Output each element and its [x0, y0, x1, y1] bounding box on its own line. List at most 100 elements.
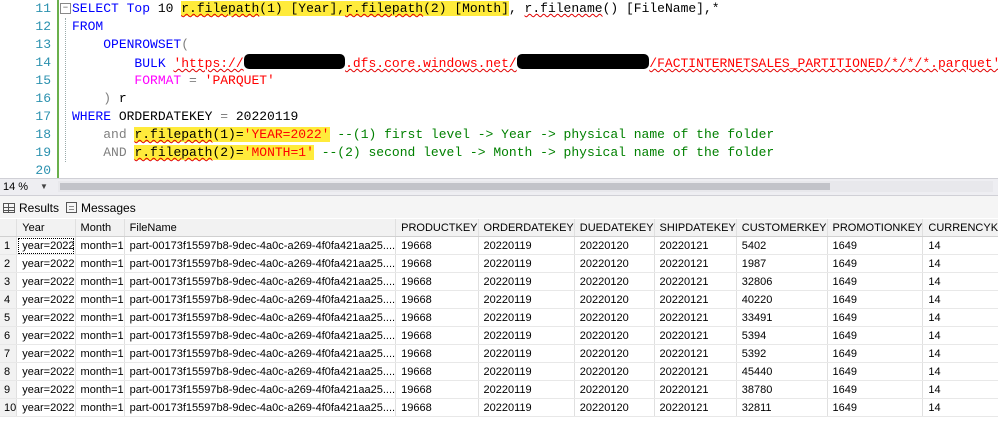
table-cell[interactable]: 20220121 [654, 290, 737, 309]
row-number[interactable]: 8 [0, 362, 18, 381]
table-cell[interactable]: year=2022 [16, 290, 76, 309]
zoom-dropdown-icon[interactable]: ▼ [40, 179, 48, 195]
code-line[interactable]: 14 BULK 'https:// .dfs.core.windows.net/ /… [0, 54, 998, 72]
table-cell[interactable]: 19668 [395, 254, 479, 273]
table-cell[interactable]: part-00173f15597b8-9dec-4a0c-a269-4f0fa4… [124, 236, 397, 255]
table-row[interactable]: 10 year=2022 month=1 part-00173f15597b8-9de… [0, 398, 998, 417]
column-header[interactable]: Month [75, 219, 125, 237]
table-cell[interactable]: 19668 [395, 326, 479, 345]
query-editor[interactable]: 11− SELECT Top 10 r.filepath(1) [Year],r.… [0, 0, 998, 178]
table-cell[interactable]: month=1 [75, 398, 125, 417]
table-cell[interactable]: 32806 [736, 272, 828, 291]
table-cell[interactable]: 20220119 [478, 398, 575, 417]
table-cell[interactable]: 19668 [395, 290, 479, 309]
row-number[interactable]: 7 [0, 344, 18, 363]
table-row[interactable]: 5 year=2022 month=1 part-00173f15597b8-9dec… [0, 308, 998, 327]
table-cell[interactable]: 5402 [736, 236, 828, 255]
table-cell[interactable]: 1649 [827, 380, 924, 399]
table-cell[interactable]: 14 [922, 362, 998, 381]
table-cell[interactable]: 20220120 [574, 362, 655, 381]
table-row[interactable]: 7 year=2022 month=1 part-00173f15597b8-9dec… [0, 344, 998, 363]
table-row[interactable]: 3 year=2022 month=1 part-00173f15597b8-9dec… [0, 272, 998, 291]
table-cell[interactable]: 20220120 [574, 290, 655, 309]
collapse-icon[interactable]: − [60, 3, 71, 14]
table-cell[interactable]: month=1 [75, 236, 125, 255]
code-line[interactable]: 18 and r.filepath(1)='YEAR=2022' --(1) f… [0, 126, 998, 144]
table-cell[interactable]: 1649 [827, 290, 924, 309]
table-cell[interactable]: month=1 [75, 254, 125, 273]
table-cell[interactable]: 20220120 [574, 254, 655, 273]
table-cell[interactable]: 14 [922, 326, 998, 345]
horizontal-scrollbar[interactable] [58, 181, 993, 192]
table-cell[interactable]: 14 [922, 254, 998, 273]
table-cell[interactable]: 1649 [827, 326, 924, 345]
table-cell[interactable]: 14 [922, 344, 998, 363]
table-cell[interactable]: 20220119 [478, 290, 575, 309]
row-number[interactable]: 10 [0, 398, 18, 417]
table-cell[interactable]: 20220121 [654, 344, 737, 363]
table-cell[interactable]: 1649 [827, 362, 924, 381]
table-cell[interactable]: 19668 [395, 380, 479, 399]
column-header[interactable]: PRODUCTKEY [395, 219, 479, 237]
table-cell[interactable]: 20220120 [574, 326, 655, 345]
table-cell[interactable]: 20220120 [574, 236, 655, 255]
table-cell[interactable]: part-00173f15597b8-9dec-4a0c-a269-4f0fa4… [124, 344, 397, 363]
table-cell[interactable]: 40220 [736, 290, 828, 309]
table-cell[interactable]: 14 [922, 290, 998, 309]
column-header[interactable]: SHIPDATEKEY [654, 219, 737, 237]
table-cell[interactable]: 1649 [827, 398, 924, 417]
table-row[interactable]: 9 year=2022 month=1 part-00173f15597b8-9dec… [0, 380, 998, 399]
table-cell[interactable]: month=1 [75, 272, 125, 291]
table-cell[interactable]: part-00173f15597b8-9dec-4a0c-a269-4f0fa4… [124, 290, 397, 309]
row-number[interactable]: 5 [0, 308, 18, 327]
table-row[interactable]: 1 year=2022 month=1 part-00173f15597b8-9dec… [0, 236, 998, 255]
code-line[interactable]: 15 FORMAT = 'PARQUET' [0, 72, 998, 90]
table-cell[interactable]: 19668 [395, 308, 479, 327]
table-cell[interactable]: year=2022 [16, 326, 76, 345]
table-cell[interactable]: 20220119 [478, 254, 575, 273]
table-cell[interactable]: 20220121 [654, 398, 737, 417]
table-row[interactable]: 4 year=2022 month=1 part-00173f15597b8-9dec… [0, 290, 998, 309]
row-number[interactable]: 6 [0, 326, 18, 345]
table-cell[interactable]: 20220121 [654, 326, 737, 345]
table-cell[interactable]: part-00173f15597b8-9dec-4a0c-a269-4f0fa4… [124, 254, 397, 273]
table-cell[interactable]: month=1 [75, 362, 125, 381]
table-cell[interactable]: 20220121 [654, 236, 737, 255]
table-cell[interactable]: 1649 [827, 254, 924, 273]
scrollbar-thumb[interactable] [60, 183, 830, 190]
table-cell[interactable]: year=2022 [16, 398, 76, 417]
row-number[interactable]: 4 [0, 290, 18, 309]
table-cell[interactable]: 20220121 [654, 362, 737, 381]
table-cell[interactable]: 20220119 [478, 380, 575, 399]
table-cell[interactable]: part-00173f15597b8-9dec-4a0c-a269-4f0fa4… [124, 398, 397, 417]
column-header[interactable]: PROMOTIONKEY [827, 219, 924, 237]
tab-results[interactable]: Results [3, 199, 59, 217]
code-line[interactable]: 19 AND r.filepath(2)='MONTH=1' --(2) sec… [0, 144, 998, 162]
table-cell[interactable]: 33491 [736, 308, 828, 327]
table-cell[interactable]: 5392 [736, 344, 828, 363]
row-header-corner[interactable] [0, 219, 18, 237]
table-cell[interactable]: 20220121 [654, 254, 737, 273]
table-cell[interactable]: 20220121 [654, 272, 737, 291]
table-cell[interactable]: part-00173f15597b8-9dec-4a0c-a269-4f0fa4… [124, 362, 397, 381]
table-cell[interactable]: 20220120 [574, 380, 655, 399]
table-cell[interactable]: 20220119 [478, 236, 575, 255]
table-cell[interactable]: 20220121 [654, 380, 737, 399]
table-cell[interactable]: part-00173f15597b8-9dec-4a0c-a269-4f0fa4… [124, 272, 397, 291]
tab-messages[interactable]: Messages [66, 199, 136, 217]
column-header[interactable]: CURRENCYKEY [922, 219, 998, 237]
table-cell[interactable]: year=2022 [16, 236, 76, 255]
table-cell[interactable]: 1649 [827, 236, 924, 255]
table-cell[interactable]: 19668 [395, 236, 479, 255]
table-cell[interactable]: 14 [922, 380, 998, 399]
table-cell[interactable]: 5394 [736, 326, 828, 345]
table-cell[interactable]: 32811 [736, 398, 828, 417]
column-header[interactable]: FileName [124, 219, 397, 237]
table-cell[interactable]: 20220119 [478, 326, 575, 345]
table-row[interactable]: 2 year=2022 month=1 part-00173f15597b8-9dec… [0, 254, 998, 273]
table-cell[interactable]: part-00173f15597b8-9dec-4a0c-a269-4f0fa4… [124, 326, 397, 345]
results-grid[interactable]: Year Month FileName PRODUCTKEY ORDERDATEKEY D… [0, 219, 998, 430]
table-row[interactable]: 6 year=2022 month=1 part-00173f15597b8-9dec… [0, 326, 998, 345]
table-cell[interactable]: 14 [922, 308, 998, 327]
table-cell[interactable]: year=2022 [16, 362, 76, 381]
